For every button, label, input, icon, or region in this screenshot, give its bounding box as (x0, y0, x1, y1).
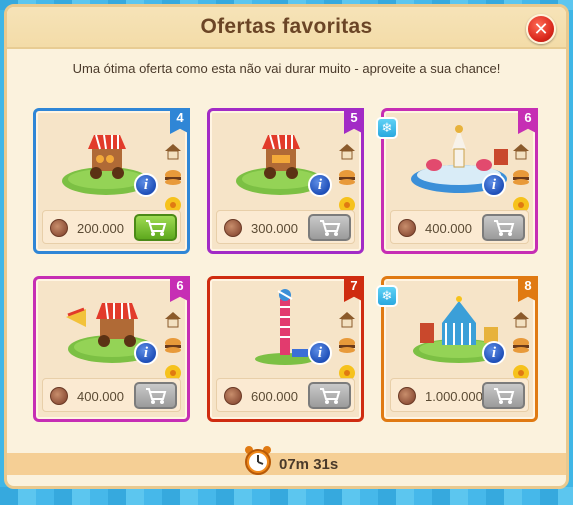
house-icon (513, 144, 529, 160)
coin-icon (224, 219, 242, 237)
buy-cart-button[interactable] (134, 382, 177, 409)
price-bar: 600.000 (216, 378, 355, 412)
cart-icon (145, 219, 166, 236)
dialog-title: Ofertas favoritas (200, 15, 373, 38)
house-icon (165, 312, 181, 328)
offer-card[interactable]: 8 ❄ i 1.000.000 (376, 276, 538, 422)
cart-icon (493, 387, 514, 404)
coin-icon (50, 219, 68, 237)
buy-cart-button[interactable] (308, 382, 351, 409)
house-icon (339, 312, 355, 328)
coin-icon (398, 387, 416, 405)
offer-card[interactable]: 7 i 600.000 (207, 276, 364, 422)
price-label: 200.000 (77, 221, 124, 236)
buy-cart-button[interactable] (308, 214, 351, 241)
snowflake-icon: ❄ (376, 285, 398, 307)
title-bar: Ofertas favoritas (7, 7, 566, 49)
buy-cart-button[interactable] (134, 214, 177, 241)
info-button[interactable]: i (134, 173, 158, 197)
price-label: 300.000 (251, 221, 298, 236)
info-button[interactable]: i (482, 173, 506, 197)
burger-icon (513, 170, 529, 185)
level-badge: 6 (170, 276, 190, 302)
price-bar: 200.000 (42, 210, 181, 244)
burger-icon (165, 170, 181, 185)
water-bottom (0, 487, 573, 505)
house-icon (165, 144, 181, 160)
price-bar: 400.000 (390, 210, 529, 244)
burger-icon (339, 338, 355, 353)
alarm-clock-icon (245, 446, 271, 475)
cart-icon (319, 219, 340, 236)
info-button[interactable]: i (308, 173, 332, 197)
level-badge: 5 (344, 108, 364, 134)
info-button[interactable]: i (482, 341, 506, 365)
buy-cart-button[interactable] (482, 214, 525, 241)
level-badge: 6 (518, 108, 538, 134)
price-bar: 400.000 (42, 378, 181, 412)
offer-card[interactable]: 6 i 400.000 (33, 276, 190, 422)
price-label: 400.000 (77, 389, 124, 404)
price-label: 400.000 (425, 221, 472, 236)
coin-icon (50, 387, 68, 405)
burger-icon (339, 170, 355, 185)
cart-icon (493, 219, 514, 236)
coin-icon (398, 219, 416, 237)
burger-icon (513, 338, 529, 353)
coin-icon (224, 387, 242, 405)
price-label: 1.000.000 (425, 389, 483, 404)
house-icon (513, 312, 529, 328)
close-button[interactable]: ✕ (526, 14, 556, 44)
price-bar: 300.000 (216, 210, 355, 244)
close-icon: ✕ (533, 18, 549, 40)
info-button[interactable]: i (308, 341, 332, 365)
snowflake-icon: ❄ (376, 117, 398, 139)
level-badge: 8 (518, 276, 538, 302)
level-badge: 7 (344, 276, 364, 302)
house-icon (339, 144, 355, 160)
price-bar: 1.000.000 (390, 378, 529, 412)
offer-card[interactable]: 5 i 300.000 (207, 108, 364, 254)
price-label: 600.000 (251, 389, 298, 404)
cart-icon (145, 387, 166, 404)
cart-icon (319, 387, 340, 404)
timer-text: 07m 31s (279, 456, 339, 473)
offer-card[interactable]: 6 ❄ i 400.000 (376, 108, 538, 254)
level-badge: 4 (170, 108, 190, 134)
info-button[interactable]: i (134, 341, 158, 365)
buy-cart-button[interactable] (482, 382, 525, 409)
offer-card[interactable]: 4 i 200.000 (33, 108, 190, 254)
offers-dialog: Ofertas favoritas ✕ Uma ótima oferta com… (4, 4, 569, 489)
dialog-subtitle: Uma ótima oferta como esta não vai durar… (72, 61, 501, 76)
burger-icon (165, 338, 181, 353)
